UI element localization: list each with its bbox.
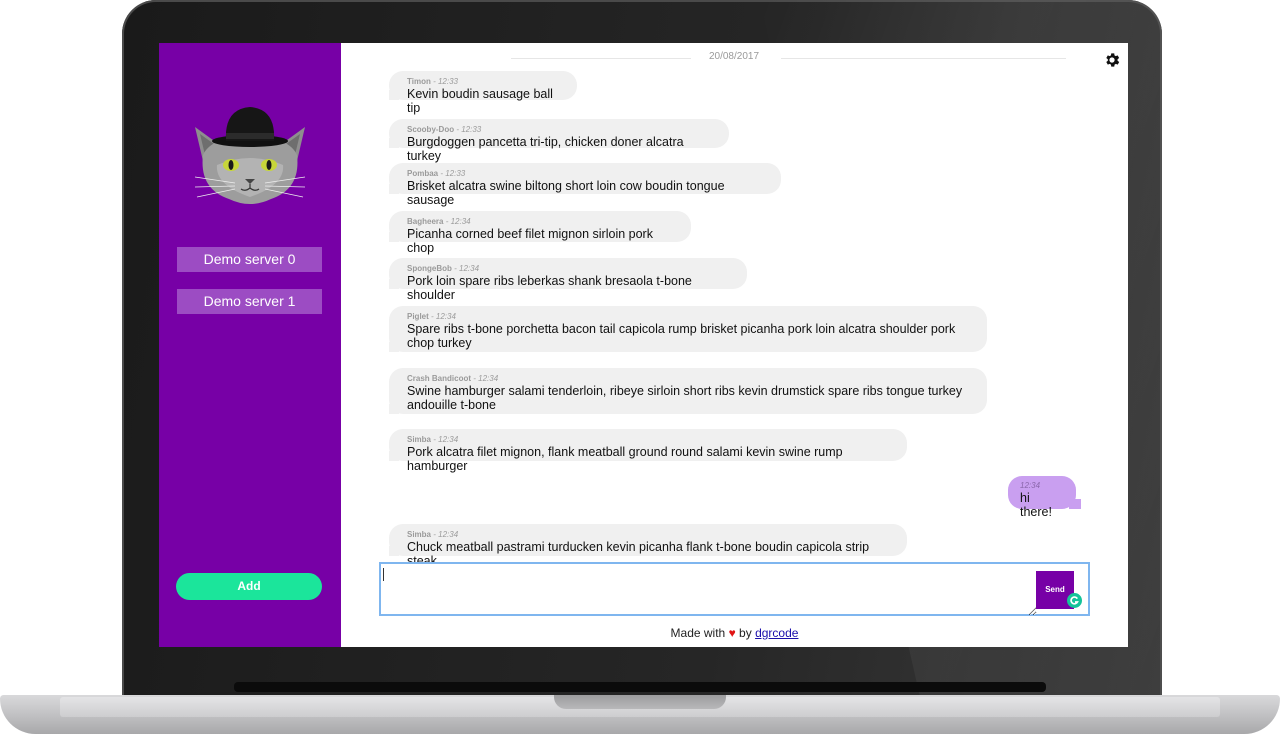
message-bubble: Simba - 12:34 Pork alcatra filet mignon,… xyxy=(389,429,907,473)
server-button-1[interactable]: Demo server 1 xyxy=(177,289,322,314)
message-meta: Timon - 12:33 xyxy=(407,77,458,86)
message-author: Simba xyxy=(407,530,432,539)
message-bubble: Bagheera - 12:34 Picanha corned beef fil… xyxy=(389,211,691,255)
server-button-0[interactable]: Demo server 0 xyxy=(177,247,322,272)
date-line-right xyxy=(781,58,1066,59)
laptop-hinge xyxy=(234,682,1046,692)
message-bubble: Scooby-Doo - 12:33 Burgdoggen pancetta t… xyxy=(389,119,729,163)
heart-icon: ♥ xyxy=(728,626,736,640)
message-author: Scooby-Doo xyxy=(407,125,455,134)
message-meta: Piglet - 12:34 xyxy=(407,312,456,321)
message-text: Picanha corned beef filet mignon sirloin… xyxy=(407,227,653,255)
message-bubble: Simba - 12:34 Chuck meatball pastrami tu… xyxy=(389,524,907,568)
message-time: 12:33 xyxy=(437,77,458,86)
message-text: Swine hamburger salami tenderloin, ribey… xyxy=(407,384,963,412)
message-text: Pork loin spare ribs leberkas shank bres… xyxy=(407,274,692,302)
message-tail xyxy=(389,546,399,556)
message-meta: Simba - 12:34 xyxy=(407,435,459,444)
message-bubble: Timon - 12:33 Kevin boudin sausage ball … xyxy=(389,71,577,115)
footer-by: by xyxy=(739,626,752,640)
footer: Made with ♥ by dgrcode xyxy=(341,626,1128,640)
message-tail xyxy=(389,404,399,414)
message-input[interactable] xyxy=(383,566,1037,616)
message-tail xyxy=(389,451,399,461)
message-time: 12:33 xyxy=(445,169,466,178)
message-tail xyxy=(389,342,399,352)
message-bubble: Piglet - 12:34 Spare ribs t-bone porchet… xyxy=(389,306,987,352)
date-line-left xyxy=(511,58,691,59)
author-link[interactable]: dgrcode xyxy=(755,626,798,640)
app-screen: Demo server 0 Demo server 1 Add 20/08/20… xyxy=(159,43,1128,647)
message-tail xyxy=(389,184,399,194)
own-message-bubble: 12:34 hi there! xyxy=(1008,476,1076,519)
message-tail xyxy=(389,279,399,289)
add-button[interactable]: Add xyxy=(176,573,322,600)
message-author: Piglet xyxy=(407,312,429,321)
date-separator: 20/08/2017 xyxy=(341,51,1128,65)
message-bubble: Pombaa - 12:33 Brisket alcatra swine bil… xyxy=(389,163,781,207)
message-time: 12:34 xyxy=(435,312,456,321)
message-time: 12:34 xyxy=(459,264,480,273)
message-author: Bagheera xyxy=(407,217,444,226)
message-time: 12:33 xyxy=(461,125,482,134)
message-text: Spare ribs t-bone porchetta bacon tail c… xyxy=(407,322,956,350)
text-cursor xyxy=(383,568,384,581)
message-tail xyxy=(389,90,399,100)
message-composer: Send xyxy=(379,562,1090,616)
message-meta: Simba - 12:34 xyxy=(407,530,459,539)
message-meta: Crash Bandicoot - 12:34 xyxy=(407,374,499,383)
gear-icon[interactable] xyxy=(1103,51,1121,69)
message-author: Timon xyxy=(407,77,431,86)
message-time: 12:34 xyxy=(1020,481,1041,490)
message-author: SpongeBob xyxy=(407,264,452,273)
message-text: Pork alcatra filet mignon, flank meatbal… xyxy=(407,445,843,473)
message-tail xyxy=(389,232,399,242)
message-author: Simba xyxy=(407,435,432,444)
sidebar: Demo server 0 Demo server 1 Add xyxy=(159,43,341,647)
chat-panel: 20/08/2017 Timon - 12:33 Kevin boudin sa… xyxy=(341,43,1128,647)
message-bubble: Crash Bandicoot - 12:34 Swine hamburger … xyxy=(389,368,987,414)
laptop-notch xyxy=(554,695,726,709)
message-author: Crash Bandicoot xyxy=(407,374,472,383)
message-tail xyxy=(389,138,399,148)
message-text: Burgdoggen pancetta tri-tip, chicken don… xyxy=(407,135,684,163)
message-text: Brisket alcatra swine biltong short loin… xyxy=(407,179,725,207)
message-time: 12:34 xyxy=(438,435,459,444)
message-time: 12:34 xyxy=(478,374,499,383)
date-label: 20/08/2017 xyxy=(708,51,760,62)
message-text: Kevin boudin sausage ball tip xyxy=(407,87,553,115)
message-meta: Bagheera - 12:34 xyxy=(407,217,471,226)
message-text: hi there! xyxy=(1020,491,1052,519)
message-time: 12:34 xyxy=(438,530,459,539)
message-meta: Pombaa - 12:33 xyxy=(407,169,466,178)
message-author: Pombaa xyxy=(407,169,439,178)
own-message-tail xyxy=(1069,499,1081,509)
grammarly-icon[interactable] xyxy=(1067,593,1082,608)
message-bubble: SpongeBob - 12:34 Pork loin spare ribs l… xyxy=(389,258,747,302)
message-meta: Scooby-Doo - 12:33 xyxy=(407,125,482,134)
footer-made-with: Made with xyxy=(670,626,726,640)
cat-avatar-icon xyxy=(194,107,306,204)
message-time: 12:34 xyxy=(450,217,471,226)
message-meta: SpongeBob - 12:34 xyxy=(407,264,480,273)
